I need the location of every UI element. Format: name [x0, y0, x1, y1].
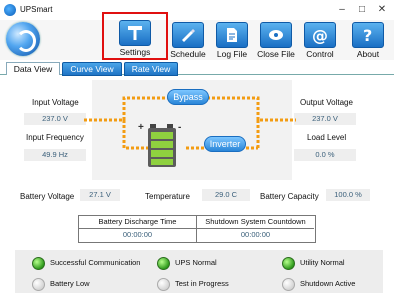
shutdown-countdown-header: Shutdown System Countdown	[197, 216, 314, 229]
timer-table: Battery Discharge Time 00:00:00 Shutdown…	[78, 215, 316, 243]
temperature-label: Temperature	[145, 192, 190, 201]
schedule-label: Schedule	[170, 49, 206, 59]
battery-voltage-value: 27.1 V	[80, 189, 120, 201]
indicator-ups-normal: UPS Normal	[157, 257, 267, 270]
bypass-badge: Bypass	[167, 89, 209, 105]
discharge-time-value: 00:00:00	[122, 230, 153, 239]
indicator-battery-low: Battery Low	[32, 278, 142, 291]
shutdown-countdown-column: Shutdown System Countdown 00:00:00	[197, 216, 314, 242]
status-led-icon	[157, 257, 170, 270]
temperature-value: 29.0 C	[202, 189, 250, 201]
load-level-value: 0.0 %	[294, 149, 356, 161]
input-frequency-value: 49.9 Hz	[24, 149, 86, 161]
indicator-utility-normal: Utility Normal	[282, 257, 392, 270]
inverter-badge: Inverter	[204, 136, 246, 152]
control-button[interactable]: @ Control	[298, 22, 342, 59]
question-icon: ?	[352, 22, 384, 48]
tab-rate-view[interactable]: Rate View	[124, 62, 178, 76]
about-button[interactable]: ? About	[346, 22, 390, 59]
input-frequency-label: Input Frequency	[26, 133, 84, 142]
control-label: Control	[306, 49, 334, 59]
input-voltage-value: 237.0 V	[24, 113, 86, 125]
svg-text:?: ?	[363, 26, 372, 44]
indicator-label: Utility Normal	[300, 258, 345, 267]
window-title: UPSmart	[20, 5, 53, 14]
battery-capacity-value: 100.0 %	[326, 189, 370, 201]
disc-icon	[260, 22, 292, 48]
status-led-icon	[282, 257, 295, 270]
indicator-label: UPS Normal	[175, 258, 217, 267]
battery-voltage-label: Battery Voltage	[20, 192, 75, 201]
minimize-button[interactable]: –	[335, 4, 349, 16]
close-file-button[interactable]: Close File	[254, 22, 298, 59]
indicator-label: Shutdown Active	[300, 279, 356, 288]
toolbar: Settings Schedule Log File Close File @ …	[0, 12, 394, 60]
about-label: About	[356, 49, 380, 59]
close-file-label: Close File	[257, 49, 295, 59]
status-led-icon	[32, 278, 45, 291]
hammer-icon	[119, 20, 151, 46]
battery-capacity-label: Battery Capacity	[260, 192, 319, 201]
indicator-shutdown-active: Shutdown Active	[282, 278, 392, 291]
indicator-test-in-progress: Test in Progress	[157, 278, 267, 291]
indicator-label: Test in Progress	[175, 279, 229, 288]
view-tabs: Data View Curve View Rate View	[0, 60, 394, 76]
title-bar: UPSmart – □ ✕	[0, 0, 394, 20]
status-led-icon	[157, 278, 170, 291]
document-icon	[216, 22, 248, 48]
output-voltage-value: 237.0 V	[294, 113, 356, 125]
indicator-successful-communication: Successful Communication	[32, 257, 142, 270]
shutdown-countdown-value: 00:00:00	[240, 230, 271, 239]
discharge-time-column: Battery Discharge Time 00:00:00	[79, 216, 197, 242]
battery-minus-sign: -	[178, 122, 182, 133]
log-file-button[interactable]: Log File	[210, 22, 254, 59]
battery-plus-sign: +	[138, 122, 144, 133]
pencil-icon	[172, 22, 204, 48]
indicator-label: Battery Low	[50, 279, 90, 288]
upsmart-logo	[6, 22, 40, 56]
settings-label: Settings	[119, 47, 151, 57]
status-led-icon	[32, 257, 45, 270]
indicator-label: Successful Communication	[50, 258, 141, 267]
tab-data-view[interactable]: Data View	[6, 62, 60, 75]
at-icon: @	[304, 22, 336, 48]
discharge-time-header: Battery Discharge Time	[79, 216, 196, 229]
output-voltage-label: Output Voltage	[300, 98, 353, 107]
tab-curve-view[interactable]: Curve View	[62, 62, 122, 76]
settings-button[interactable]: Settings	[102, 12, 168, 60]
log-file-label: Log File	[216, 49, 248, 59]
status-led-icon	[282, 278, 295, 291]
schedule-button[interactable]: Schedule	[166, 22, 210, 59]
close-button[interactable]: ✕	[375, 4, 389, 16]
battery-icon	[148, 124, 176, 167]
load-level-label: Load Level	[307, 133, 347, 142]
app-icon	[4, 4, 16, 16]
maximize-button[interactable]: □	[355, 4, 369, 16]
input-voltage-label: Input Voltage	[32, 98, 79, 107]
status-indicators-panel: Successful Communication UPS Normal Util…	[15, 250, 383, 293]
svg-text:@: @	[312, 26, 328, 44]
